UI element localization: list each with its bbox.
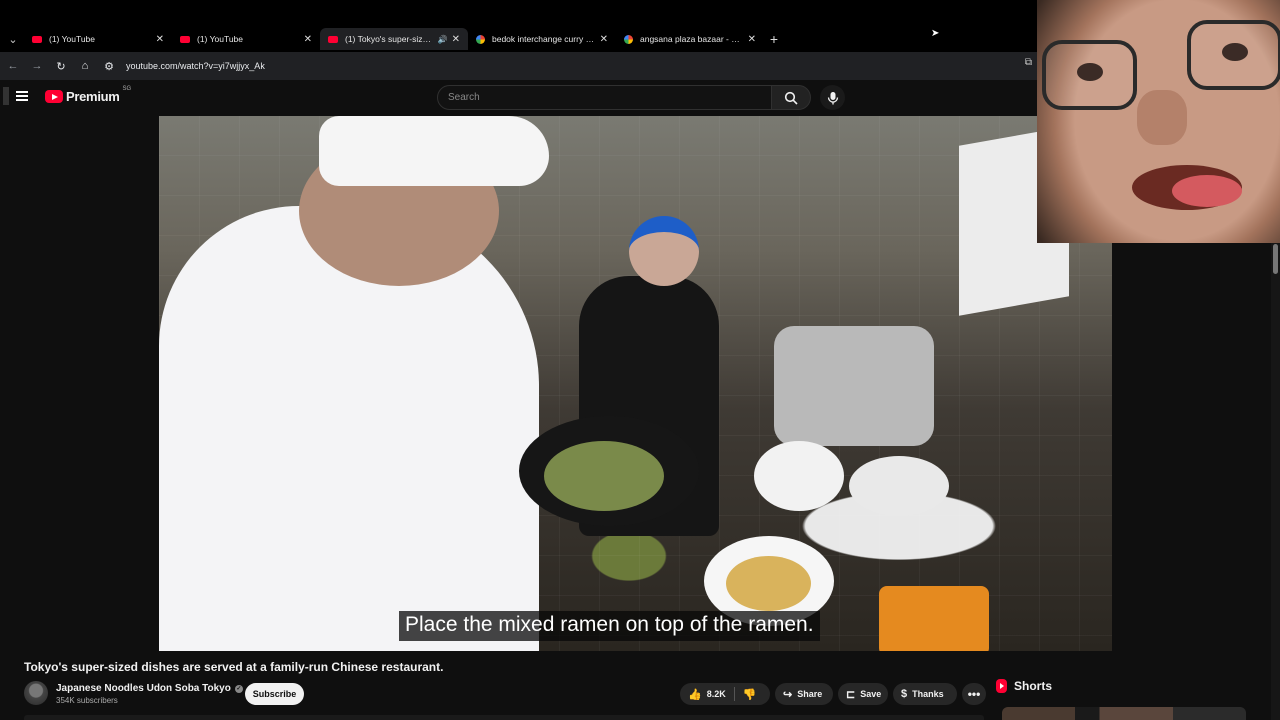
- thumbs-up-icon[interactable]: 👍: [688, 688, 702, 701]
- site-info-icon[interactable]: ⚙: [98, 55, 120, 77]
- close-tab-icon[interactable]: ✕: [304, 34, 312, 45]
- new-tab-icon[interactable]: +: [764, 29, 784, 49]
- channel-name[interactable]: Japanese Noodles Udon Soba Tokyo: [56, 683, 231, 694]
- menu-icon[interactable]: [16, 91, 28, 101]
- ramen-noodles: [726, 556, 811, 611]
- face-tongue: [1172, 175, 1242, 207]
- thanks-label: Thanks: [912, 689, 944, 699]
- forward-arrow-icon[interactable]: →: [26, 55, 48, 77]
- page-scrollbar[interactable]: [1271, 243, 1280, 720]
- youtube-favicon-icon: [328, 35, 338, 43]
- install-app-icon[interactable]: ⧉: [1025, 57, 1032, 68]
- close-tab-icon[interactable]: ✕: [156, 34, 164, 45]
- search-button[interactable]: [771, 85, 811, 110]
- tab-title: (1) YouTube: [197, 34, 243, 44]
- url-field[interactable]: youtube.com/watch?v=yi7wjjyx_Ak: [126, 61, 265, 71]
- save-label: Save: [860, 689, 882, 699]
- close-tab-icon[interactable]: ✕: [452, 34, 460, 45]
- youtube-premium-logo[interactable]: Premium SG: [45, 85, 132, 104]
- thanks-button[interactable]: $ Thanks: [893, 683, 957, 705]
- glasses-right-lens: [1187, 20, 1280, 90]
- thanks-icon: $: [901, 688, 908, 700]
- tab-google-search-1[interactable]: bedok interchange curry chick ✕: [468, 28, 616, 50]
- address-bar: ← → ↻ ⌂ ⚙ youtube.com/watch?v=yi7wjjyx_A…: [0, 52, 1040, 80]
- speaker-icon[interactable]: 🔊: [438, 35, 448, 44]
- shorts-label: Shorts: [1014, 679, 1053, 693]
- chef-hat: [319, 116, 549, 186]
- video-caption: Place the mixed ramen on top of the rame…: [399, 611, 820, 641]
- save-button[interactable]: ⊏ Save: [838, 683, 888, 705]
- thumbs-down-icon[interactable]: 👎: [743, 688, 757, 701]
- share-arrow-icon: ↪: [783, 688, 793, 701]
- webcam-overlay: [1037, 0, 1280, 243]
- video-player[interactable]: [159, 116, 1112, 651]
- verified-badge-icon: ✓: [234, 684, 243, 693]
- tab-title: bedok interchange curry chick: [492, 34, 596, 44]
- tab-title: (1) YouTube: [49, 34, 95, 44]
- tab-youtube-1[interactable]: (1) YouTube ✕: [24, 28, 172, 50]
- subscriber-count: 354K subscribers: [56, 696, 118, 705]
- youtube-favicon-icon: [180, 35, 190, 43]
- tab-google-search-2[interactable]: angsana plaza bazaar - Google ✕: [616, 28, 764, 50]
- like-count[interactable]: 8.2K: [707, 689, 726, 699]
- youtube-header: Premium SG Search: [0, 80, 1040, 116]
- face-nose: [1137, 90, 1187, 145]
- close-tab-icon[interactable]: ✕: [600, 34, 608, 45]
- google-favicon-icon: [624, 34, 633, 44]
- search-input[interactable]: Search: [437, 85, 772, 110]
- google-favicon-icon: [476, 34, 485, 44]
- voice-search-button[interactable]: [820, 85, 845, 110]
- share-label: Share: [797, 689, 823, 699]
- tab-title: (1) Tokyo's super-sized dis: [345, 34, 435, 44]
- description-box-edge: [24, 715, 984, 720]
- share-button[interactable]: ↪ Share: [775, 683, 833, 705]
- shorts-thumbnails[interactable]: [1002, 707, 1246, 720]
- reload-icon[interactable]: ↻: [50, 55, 72, 77]
- like-dislike-group: 👍 8.2K 👎: [680, 683, 770, 705]
- shorts-header[interactable]: Shorts: [996, 679, 1052, 693]
- like-divider: [733, 687, 735, 701]
- tab-youtube-2[interactable]: (1) YouTube ✕: [172, 28, 320, 50]
- youtube-favicon-icon: [32, 35, 42, 43]
- more-actions-button[interactable]: •••: [962, 683, 986, 705]
- back-arrow-icon[interactable]: ←: [2, 55, 24, 77]
- shorts-icon: [996, 679, 1007, 693]
- channel-name-row[interactable]: Japanese Noodles Udon Soba Tokyo ✓: [56, 683, 243, 694]
- stacked-bowls: [754, 441, 844, 511]
- youtube-play-logo-icon: [45, 90, 63, 103]
- microphone-icon: [827, 91, 838, 104]
- subscribe-button[interactable]: Subscribe: [245, 683, 304, 705]
- glasses-left-lens: [1042, 40, 1137, 110]
- tab-title: angsana plaza bazaar - Google: [640, 34, 744, 44]
- sauce-tray: [879, 586, 989, 651]
- cook-head: [629, 216, 699, 286]
- region-code: SG: [122, 85, 132, 92]
- mouse-cursor-icon: ➤: [931, 28, 940, 39]
- rice-cooker: [774, 326, 934, 446]
- video-title: Tokyo's super-sized dishes are served at…: [24, 660, 444, 674]
- channel-avatar[interactable]: [24, 681, 48, 705]
- tab-video-active[interactable]: (1) Tokyo's super-sized dis 🔊 ✕: [320, 28, 468, 50]
- tab-search-menu-icon[interactable]: ⌄: [2, 28, 24, 50]
- bookmark-icon: ⊏: [846, 688, 856, 701]
- close-tab-icon[interactable]: ✕: [748, 34, 756, 45]
- side-panel-handle[interactable]: [3, 87, 9, 105]
- home-icon[interactable]: ⌂: [74, 55, 96, 77]
- search-icon: [784, 91, 798, 105]
- page-scrollbar-thumb[interactable]: [1273, 244, 1278, 274]
- tabs-row: ⌄ (1) YouTube ✕ (1) YouTube ✕ (1) Tokyo'…: [0, 28, 784, 50]
- logo-text: Premium: [66, 89, 120, 104]
- stir-fry-vegetables: [544, 441, 664, 511]
- stacked-plates: [849, 456, 949, 516]
